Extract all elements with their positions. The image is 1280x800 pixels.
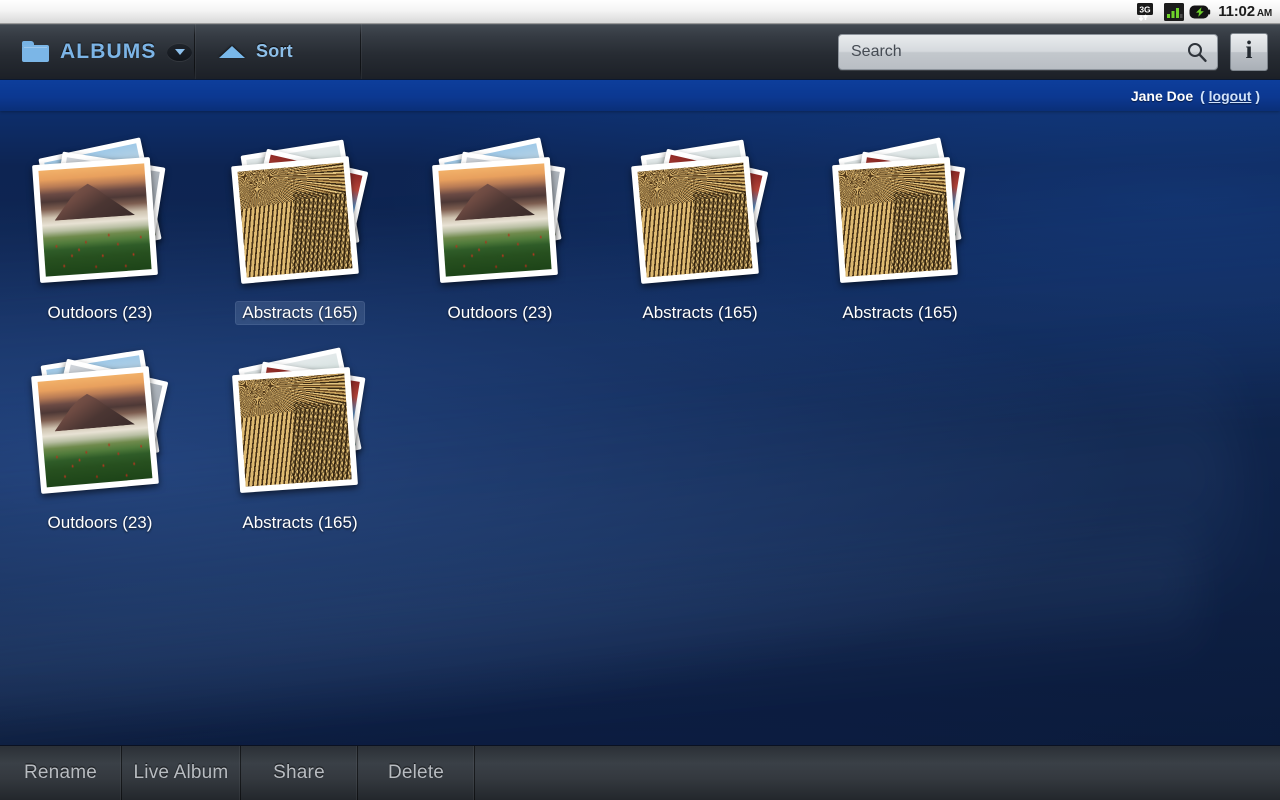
- album-item[interactable]: Outdoors (23): [0, 349, 200, 559]
- album-thumbnail-stack[interactable]: [820, 137, 980, 291]
- album-thumbnail-stack[interactable]: [220, 139, 380, 291]
- sort-button[interactable]: Sort: [195, 24, 360, 79]
- status-icons: 3G: [1137, 2, 1211, 21]
- albums-dropdown-button[interactable]: ALBUMS: [0, 24, 194, 79]
- album-photo-image: [438, 163, 552, 277]
- album-label: Abstracts (165): [235, 301, 365, 325]
- album-item[interactable]: Outdoors (23): [0, 137, 200, 349]
- album-item[interactable]: Outdoors (23): [400, 137, 600, 349]
- username-label: Jane Doe: [1130, 87, 1194, 104]
- top-toolbar: ALBUMS Sort i: [0, 24, 1280, 80]
- folder-icon: [22, 41, 49, 62]
- logout-group: ( logout ): [1200, 88, 1260, 104]
- album-thumbnail-stack[interactable]: [20, 137, 180, 291]
- delete-button-label: Delete: [387, 762, 445, 783]
- album-item[interactable]: Abstracts (165): [800, 137, 1000, 349]
- rename-button-label: Rename: [23, 762, 98, 783]
- album-photo: [432, 157, 558, 283]
- album-label: Abstracts (165): [242, 513, 358, 532]
- albums-content-area: Jane Doe ( logout ) Outdoors (23) Abstrac…: [0, 80, 1280, 745]
- user-bar: Jane Doe ( logout ): [0, 80, 1280, 111]
- album-label: Outdoors (23): [47, 303, 153, 322]
- album-thumbnail-stack[interactable]: [220, 347, 380, 501]
- delete-button[interactable]: Delete: [358, 746, 475, 800]
- album-thumbnail-stack[interactable]: [420, 137, 580, 291]
- logout-link[interactable]: logout: [1209, 88, 1252, 104]
- album-item[interactable]: Abstracts (165): [600, 139, 800, 349]
- album-photo-image: [838, 163, 952, 277]
- album-thumbnail-stack[interactable]: [620, 139, 780, 291]
- android-status-bar: 3G 11:02 AM: [0, 0, 1280, 24]
- bottom-action-toolbar: Rename Live Album Share Delete: [0, 745, 1280, 800]
- 3g-icon: 3G: [1137, 2, 1154, 21]
- battery-charging-icon: [1189, 5, 1211, 18]
- album-photo-image: [237, 162, 353, 278]
- album-photo-image: [38, 163, 152, 277]
- album-photo: [232, 367, 358, 493]
- album-photo-image: [637, 162, 753, 278]
- status-clock: 11:02 AM: [1218, 3, 1272, 20]
- album-photo-image: [37, 372, 153, 488]
- live-album-button-label: Live Album: [133, 762, 229, 783]
- clock-meridiem: AM: [1256, 8, 1272, 19]
- clock-time: 11:02: [1218, 3, 1255, 20]
- album-photo-image: [238, 373, 352, 487]
- album-photo: [32, 157, 158, 283]
- svg-text:3G: 3G: [1140, 4, 1152, 14]
- albums-grid: Outdoors (23) Abstracts (165) Outdoors (23…: [0, 111, 1280, 559]
- logout-paren-open: (: [1200, 87, 1205, 104]
- album-photo: [832, 157, 958, 283]
- album-photo: [231, 156, 359, 284]
- share-button[interactable]: Share: [241, 746, 358, 800]
- rename-button[interactable]: Rename: [0, 746, 122, 800]
- album-label: Outdoors (23): [47, 513, 153, 532]
- album-thumbnail-stack[interactable]: [20, 349, 180, 501]
- logout-paren-close: ): [1255, 87, 1260, 104]
- search-area: i: [361, 24, 1280, 79]
- app-screen: 3G 11:02 AM ALBUMS Sort Search i Jane Do…: [0, 0, 1280, 800]
- album-item[interactable]: Abstracts (165): [200, 347, 400, 559]
- album-photo: [631, 156, 759, 284]
- album-item[interactable]: Abstracts (165): [200, 139, 400, 349]
- sort-up-arrow-icon: [219, 45, 245, 58]
- signal-bars-icon: [1164, 2, 1185, 21]
- toolbar-filler: [475, 746, 1280, 800]
- album-label: Abstracts (165): [642, 303, 758, 322]
- share-button-label: Share: [273, 762, 325, 783]
- album-photo: [31, 366, 159, 494]
- albums-row: Outdoors (23) Abstracts (165) Outdoors (23…: [0, 137, 1280, 349]
- album-label: Outdoors (23): [447, 303, 553, 322]
- live-album-button[interactable]: Live Album: [122, 746, 241, 800]
- info-button-label: i: [1245, 37, 1253, 64]
- sort-button-label: Sort: [256, 41, 293, 61]
- album-label: Abstracts (165): [842, 303, 958, 322]
- search-input[interactable]: [838, 33, 1218, 70]
- albums-button-label: ALBUMS: [60, 39, 157, 63]
- search-field-wrapper: [838, 33, 1218, 70]
- albums-row: Outdoors (23) Abstracts (165): [0, 347, 1280, 559]
- chevron-down-icon[interactable]: [167, 42, 193, 61]
- info-button[interactable]: i: [1230, 32, 1268, 71]
